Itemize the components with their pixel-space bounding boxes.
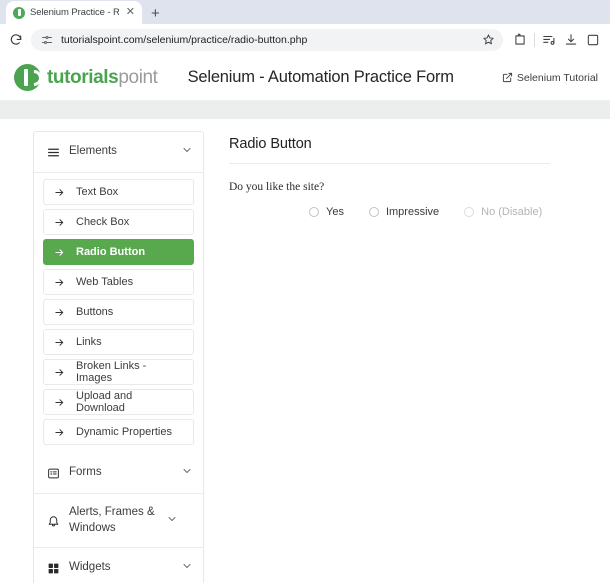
arrow-right-icon xyxy=(54,337,65,348)
sidebar-item-label: Radio Button xyxy=(76,246,145,258)
page-title: Selenium - Automation Practice Form xyxy=(140,68,502,87)
bell-icon xyxy=(46,514,60,527)
chevron-down-icon xyxy=(166,512,178,530)
selenium-tutorial-label: Selenium Tutorial xyxy=(517,72,598,84)
sidebar: Elements Text Box Check Box Radio Button xyxy=(33,131,204,583)
sidebar-item-links[interactable]: Links xyxy=(43,329,194,355)
external-link-icon xyxy=(502,72,513,83)
reload-icon[interactable] xyxy=(5,29,27,51)
sidebar-group-label: Forms xyxy=(69,465,172,481)
sidebar-group-label: Alerts, Frames & Windows xyxy=(69,505,157,536)
sidebar-item-broken-links-images[interactable]: Broken Links - Images xyxy=(43,359,194,385)
content-area: Elements Text Box Check Box Radio Button xyxy=(0,119,610,583)
sidebar-item-web-tables[interactable]: Web Tables xyxy=(43,269,194,295)
grid-icon xyxy=(46,562,60,575)
sidebar-item-label: Links xyxy=(76,336,102,348)
chevron-down-icon xyxy=(181,143,193,161)
toolbar-divider xyxy=(534,33,535,47)
radio-option-label: Impressive xyxy=(386,206,439,218)
radio-circle-icon xyxy=(464,207,474,217)
radio-group: Yes Impressive No (Disable) xyxy=(229,206,580,218)
radio-option-label: No (Disable) xyxy=(481,206,542,218)
form-list-icon xyxy=(46,467,60,480)
new-tab-button[interactable]: + xyxy=(151,6,160,24)
radio-option-impressive[interactable]: Impressive xyxy=(369,206,439,218)
arrow-right-icon xyxy=(54,277,65,288)
address-bar[interactable]: tutorialspoint.com/selenium/practice/rad… xyxy=(31,29,503,51)
sidebar-item-text-box[interactable]: Text Box xyxy=(43,179,194,205)
radio-circle-icon[interactable] xyxy=(369,207,379,217)
site-header: tutorialspoint Selenium - Automation Pra… xyxy=(0,55,610,101)
extensions-icon[interactable] xyxy=(509,29,531,51)
close-icon[interactable]: ✕ xyxy=(124,7,137,18)
sidebar-item-label: Web Tables xyxy=(76,276,133,288)
arrow-right-icon xyxy=(54,247,65,258)
radio-option-yes[interactable]: Yes xyxy=(309,206,344,218)
sidebar-item-label: Text Box xyxy=(76,186,118,198)
browser-toolbar: tutorialspoint.com/selenium/practice/rad… xyxy=(0,24,610,55)
chevron-down-icon xyxy=(181,464,193,482)
radio-circle-icon[interactable] xyxy=(309,207,319,217)
star-icon[interactable] xyxy=(481,33,495,47)
section-title: Radio Button xyxy=(229,136,580,152)
brand-name-bold: tutorials xyxy=(47,67,118,88)
radio-option-no-disable: No (Disable) xyxy=(464,206,542,218)
sidebar-item-label: Broken Links - Images xyxy=(76,360,183,384)
hamburger-icon xyxy=(46,146,60,159)
tune-icon[interactable] xyxy=(41,34,53,46)
tutorialspoint-icon xyxy=(13,7,25,19)
sidebar-item-dynamic-properties[interactable]: Dynamic Properties xyxy=(43,419,194,445)
sidebar-item-label: Buttons xyxy=(76,306,113,318)
sidebar-group-alerts-frames-windows[interactable]: Alerts, Frames & Windows xyxy=(34,494,203,548)
reading-list-icon[interactable] xyxy=(538,29,560,51)
question-label: Do you like the site? xyxy=(229,181,580,193)
radio-option-label: Yes xyxy=(326,206,344,218)
selenium-tutorial-link[interactable]: Selenium Tutorial xyxy=(502,72,598,84)
arrow-right-icon xyxy=(54,367,65,378)
chevron-down-icon xyxy=(181,559,193,577)
sidebar-group-elements[interactable]: Elements xyxy=(34,132,203,173)
sidebar-item-label: Check Box xyxy=(76,216,129,228)
title-divider xyxy=(229,163,550,164)
tutorialspoint-logo-icon xyxy=(14,64,41,91)
page-spacer xyxy=(0,101,610,119)
download-icon[interactable] xyxy=(560,29,582,51)
brand-logo[interactable]: tutorialspoint xyxy=(14,64,158,91)
sidebar-item-label: Dynamic Properties xyxy=(76,426,172,438)
arrow-right-icon xyxy=(54,427,65,438)
sidebar-item-buttons[interactable]: Buttons xyxy=(43,299,194,325)
arrow-right-icon xyxy=(54,217,65,228)
tab-strip: Selenium Practice - Radio Bu ✕ + xyxy=(0,0,610,24)
sidebar-group-label: Widgets xyxy=(69,560,172,576)
browser-chrome: Selenium Practice - Radio Bu ✕ + tutoria… xyxy=(0,0,610,55)
tab-title: Selenium Practice - Radio Bu xyxy=(30,7,119,18)
arrow-right-icon xyxy=(54,307,65,318)
sidebar-item-label: Upload and Download xyxy=(76,390,183,414)
sidebar-elements-list: Text Box Check Box Radio Button Web Tabl… xyxy=(34,173,203,453)
arrow-right-icon xyxy=(54,397,65,408)
sidebar-item-check-box[interactable]: Check Box xyxy=(43,209,194,235)
sidebar-group-label: Elements xyxy=(69,144,172,160)
sidebar-item-upload-and-download[interactable]: Upload and Download xyxy=(43,389,194,415)
sidebar-group-widgets[interactable]: Widgets xyxy=(34,548,203,583)
arrow-right-icon xyxy=(54,187,65,198)
side-panel-icon[interactable] xyxy=(582,29,604,51)
browser-tab[interactable]: Selenium Practice - Radio Bu ✕ xyxy=(6,1,142,24)
sidebar-item-radio-button[interactable]: Radio Button xyxy=(43,239,194,265)
url-text: tutorialspoint.com/selenium/practice/rad… xyxy=(61,34,473,46)
sidebar-group-forms[interactable]: Forms xyxy=(34,453,203,494)
web-page: tutorialspoint Selenium - Automation Pra… xyxy=(0,55,610,583)
main-content: Radio Button Do you like the site? Yes I… xyxy=(204,119,580,583)
